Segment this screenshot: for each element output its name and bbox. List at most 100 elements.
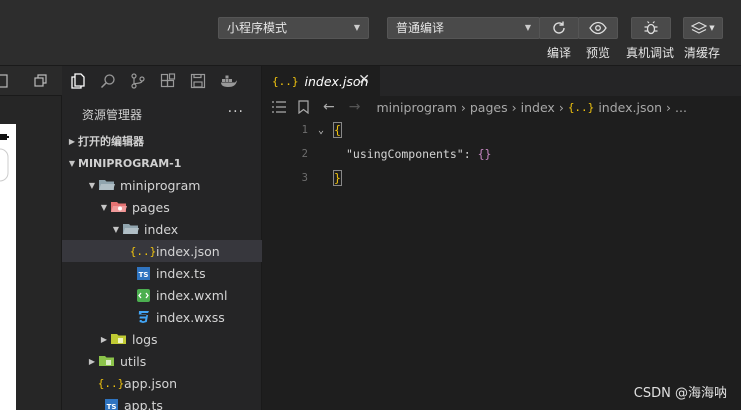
- simulator-panel: [0, 66, 62, 410]
- save-icon[interactable]: [190, 73, 206, 89]
- editor-tab-bar: {..} index.json ✕: [262, 66, 741, 96]
- project-label: MINIPROGRAM-1: [78, 156, 182, 170]
- json-file-icon: {..}: [567, 100, 595, 114]
- watermark: CSDN @海海呐: [633, 386, 727, 401]
- tree-item-index-wxml[interactable]: index.wxml: [62, 284, 262, 306]
- breadcrumb-item[interactable]: pages: [470, 100, 508, 115]
- refresh-icon: [553, 21, 565, 34]
- folder-icon: [98, 354, 116, 368]
- more-actions-icon[interactable]: ···: [228, 104, 244, 120]
- compile-button[interactable]: [539, 17, 579, 39]
- tree-item-label: pages: [132, 199, 170, 215]
- tree-item-index-folder[interactable]: ▼ index: [62, 218, 262, 240]
- layers-icon: [691, 21, 708, 34]
- outline-icon[interactable]: [272, 101, 286, 113]
- line-number: 1: [301, 124, 308, 136]
- source-control-icon[interactable]: [130, 73, 146, 89]
- search-icon[interactable]: [100, 73, 116, 89]
- compile-label: 编译: [547, 46, 572, 60]
- capsule-button-icon[interactable]: [0, 148, 10, 182]
- tree-item-miniprogram[interactable]: ▼ miniprogram: [62, 174, 262, 196]
- tree-item-label: index.json: [156, 243, 220, 259]
- tree-item-label: app.json: [124, 375, 178, 391]
- tree-item-utils[interactable]: ▶ utils: [62, 350, 262, 372]
- code-text: {: [333, 122, 342, 138]
- fold-chevron-icon[interactable]: ⌄: [308, 125, 334, 136]
- pages-folder-icon: [110, 200, 128, 214]
- folder-icon: [110, 332, 128, 346]
- project-section[interactable]: ▼ MINIPROGRAM-1: [62, 152, 262, 174]
- chevron-down-icon: ▼: [100, 202, 108, 212]
- json-file-icon: {..}: [97, 376, 125, 390]
- typescript-file-icon: TS: [134, 266, 152, 280]
- typescript-file-icon: TS: [102, 398, 120, 410]
- activity-bar: [62, 66, 262, 96]
- explorer-title: 资源管理器: [82, 107, 143, 122]
- breadcrumb-item[interactable]: index: [521, 100, 555, 115]
- breadcrumb-item[interactable]: ...: [675, 100, 687, 115]
- files-icon[interactable]: [70, 73, 86, 89]
- explorer-header: 资源管理器 ···: [62, 100, 262, 128]
- tab-index-json[interactable]: {..} index.json ✕: [262, 66, 380, 96]
- code-line: 3 }: [262, 166, 741, 190]
- extensions-icon[interactable]: [160, 73, 176, 89]
- bug-icon: [644, 21, 658, 35]
- tree-item-label: index: [144, 221, 179, 237]
- close-icon[interactable]: ✕: [358, 72, 370, 88]
- explorer-panel: 资源管理器 ··· ▶ 打开的编辑器 ▼ MINIPROGRAM-1 ▼ min…: [62, 66, 262, 410]
- line-number: 2: [301, 148, 308, 160]
- simulator-screen[interactable]: [0, 124, 16, 410]
- remote-debug-button[interactable]: [631, 17, 671, 39]
- compile-select[interactable]: 普通编译 ▼: [387, 17, 540, 39]
- breadcrumb: ← → miniprogram › pages › index › {..} i…: [262, 96, 741, 118]
- debug-label: 真机调试: [626, 46, 675, 60]
- mode-select[interactable]: 小程序模式 ▼: [218, 17, 369, 39]
- chevron-down-icon: ▼: [709, 24, 715, 32]
- bookmark-icon[interactable]: [298, 100, 309, 114]
- code-text: }: [333, 170, 342, 186]
- simulator-header: [0, 66, 62, 96]
- tree-item-label: index.ts: [156, 265, 206, 281]
- chevron-down-icon: ▼: [524, 23, 531, 32]
- device-icon[interactable]: [0, 74, 8, 88]
- wxml-file-icon: [134, 288, 152, 302]
- json-value: {}: [477, 147, 492, 161]
- tree-item-label: index.wxss: [156, 309, 225, 325]
- open-editors-section[interactable]: ▶ 打开的编辑器: [62, 130, 262, 152]
- eye-icon: [589, 21, 607, 35]
- tree-item-app-ts[interactable]: TS app.ts: [62, 394, 262, 410]
- preview-label: 预览: [586, 46, 611, 60]
- tree-item-pages[interactable]: ▼ pages: [62, 196, 262, 218]
- code-line: 2 "usingComponents" : {}: [262, 142, 741, 166]
- back-arrow-icon[interactable]: ←: [323, 99, 335, 115]
- breadcrumb-item[interactable]: miniprogram: [376, 100, 456, 115]
- mode-select-value: 小程序模式: [227, 21, 288, 35]
- breadcrumb-item[interactable]: index.json: [598, 100, 662, 115]
- tree-item-app-json[interactable]: {..} app.json: [62, 372, 262, 394]
- preview-button[interactable]: [578, 17, 618, 39]
- forward-arrow-icon[interactable]: →: [349, 99, 361, 115]
- tree-item-index-wxss[interactable]: index.wxss: [62, 306, 262, 328]
- chevron-down-icon: ▼: [353, 23, 360, 32]
- tree-item-label: utils: [120, 353, 147, 369]
- cache-label: 清缓存: [684, 46, 721, 60]
- chevron-down-icon: ▼: [88, 180, 96, 190]
- docker-icon[interactable]: [220, 74, 238, 88]
- code-view[interactable]: 1 ⌄ { 2 "usingComponents" : {} 3 }: [262, 118, 741, 190]
- chevron-down-icon: ▼: [68, 158, 76, 168]
- tree-item-index-ts[interactable]: TS index.ts: [62, 262, 262, 284]
- code-line: 1 ⌄ {: [262, 118, 741, 142]
- chevron-right-icon: ▶: [100, 334, 108, 344]
- tree-item-index-json[interactable]: {..} index.json: [62, 240, 262, 262]
- line-number: 3: [301, 172, 308, 184]
- clear-cache-button[interactable]: ▼: [683, 17, 723, 39]
- tree-item-label: logs: [132, 331, 158, 347]
- folder-open-icon: [122, 222, 140, 236]
- chevron-right-icon: ›: [558, 99, 564, 115]
- tree-item-logs[interactable]: ▶ logs: [62, 328, 262, 350]
- copy-icon[interactable]: [34, 74, 48, 88]
- tree-item-label: miniprogram: [120, 177, 201, 193]
- chevron-right-icon: ›: [460, 99, 466, 115]
- json-key: "usingComponents": [346, 147, 464, 161]
- css-file-icon: [134, 310, 152, 324]
